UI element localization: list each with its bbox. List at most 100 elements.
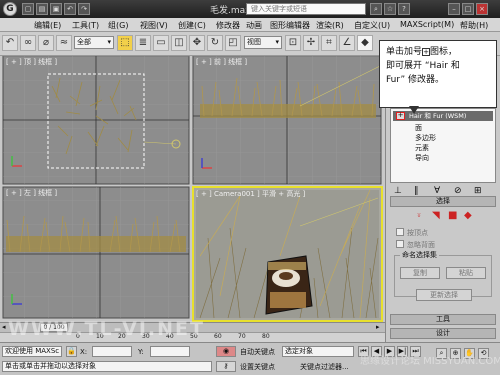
ruler-tick: 60 [214, 333, 222, 340]
configure-sets-icon[interactable]: ⊞ [474, 186, 482, 196]
set-key-button[interactable]: 设置关键点 [240, 362, 275, 372]
new-file-icon[interactable]: ▢ [22, 3, 34, 15]
key-filters-button[interactable]: 关键点过滤器... [300, 362, 349, 372]
menu-rendering[interactable]: 渲染(R) [316, 20, 344, 31]
unlink-icon[interactable]: ⌀ [38, 35, 54, 51]
star-icon[interactable]: ☆ [384, 3, 396, 15]
angle-snap-icon[interactable]: ∠ [339, 35, 355, 51]
open-file-icon[interactable]: ▤ [36, 3, 48, 15]
autokey-button[interactable]: 自动关键点 [240, 347, 275, 357]
prompt-line: 单击或单击并拖动以选择对象 [2, 361, 212, 372]
set-key-icon[interactable]: ⚷ [216, 361, 236, 372]
manipulate-icon[interactable]: ✢ [303, 35, 319, 51]
select-object-icon[interactable]: ⬚ [117, 35, 133, 51]
menu-maxscript[interactable]: MAXScript(M) [400, 20, 454, 29]
menu-modifiers[interactable]: 修改器 [216, 20, 240, 31]
modifier-stack[interactable]: + Hair 和 Fur (WSM) 面 多边形 元素 导向 [390, 108, 496, 183]
selected-object-dropdown[interactable]: 选定对象 [282, 346, 354, 357]
link-icon[interactable]: ∞ [20, 35, 36, 51]
pivot-center-icon[interactable]: ⊡ [285, 35, 301, 51]
instruction-callout: 单击加号+图标， 即可展开 “Hair 和 Fur” 修改器。 [379, 40, 497, 108]
autokey-icon[interactable]: ◉ [216, 346, 236, 357]
menu-customize[interactable]: 自定义(U) [354, 20, 390, 31]
undo-tool-icon[interactable]: ↶ [2, 35, 18, 51]
select-scale-icon[interactable]: ◰ [225, 35, 241, 51]
plus-icon: + [422, 48, 431, 56]
search-icon[interactable]: ⌕ [370, 3, 382, 15]
minimize-icon[interactable]: – [448, 3, 460, 15]
tools-rollout[interactable]: 工具 [390, 314, 496, 325]
select-move-icon[interactable]: ✥ [189, 35, 205, 51]
selection-level-icons: ⍤ ◥ ■ ◆ [416, 210, 486, 222]
polygon-level-icon[interactable]: ■ [448, 210, 457, 221]
maxscript-listener[interactable]: 欢迎使用 MAXSc [2, 346, 62, 357]
ruler-tick: 70 [238, 333, 246, 340]
next-frame-icon[interactable]: ▸ [376, 323, 380, 331]
sub-object-element[interactable]: 元素 [415, 143, 429, 153]
sub-object-polygon[interactable]: 多边形 [415, 133, 436, 143]
viewport-top[interactable] [2, 56, 190, 185]
redo-icon[interactable]: ↷ [78, 3, 90, 15]
element-level-icon[interactable]: ◆ [464, 210, 472, 221]
rect-selection-icon[interactable]: ▭ [153, 35, 169, 51]
menu-view[interactable]: 视图(V) [140, 20, 168, 31]
window-crossing-icon[interactable]: ◫ [171, 35, 187, 51]
help-icon[interactable]: ? [398, 3, 410, 15]
viewport-label-camera[interactable]: [ + ] Camera001 ] 平滑 + 高光 ] [196, 189, 305, 199]
menu-animation[interactable]: 动画 [246, 20, 262, 31]
menu-bar: 编辑(E) 工具(T) 组(G) 视图(V) 创建(C) 修改器 动画 图形编辑… [0, 18, 500, 32]
update-selection-button[interactable]: 更新选择 [416, 289, 472, 301]
show-end-result-icon[interactable]: ‖ [414, 186, 419, 196]
menu-graph-editors[interactable]: 图形编辑器 [270, 20, 310, 31]
undo-icon[interactable]: ↶ [64, 3, 76, 15]
guides-level-icon[interactable]: ⍤ [416, 210, 422, 221]
viewport-label-left[interactable]: [ + ] 左 ] 线框 ] [6, 188, 57, 198]
modifier-stack-item-hair[interactable]: + Hair 和 Fur (WSM) [393, 111, 493, 121]
viewport-camera[interactable] [192, 186, 383, 322]
viewport-label-top[interactable]: [ + ] 顶 ] 线框 ] [6, 57, 57, 67]
sub-object-guides[interactable]: 导向 [415, 153, 429, 163]
viewport-area [2, 56, 383, 322]
percent-snap-icon[interactable]: ◆ [357, 35, 373, 51]
app-logo-icon[interactable]: G [3, 2, 17, 16]
make-unique-icon[interactable]: ∀ [434, 186, 440, 196]
expand-plus-icon[interactable]: + [396, 112, 405, 120]
prev-frame-icon[interactable]: ◂ [2, 323, 6, 331]
selection-filter-dropdown[interactable]: 全部 [74, 36, 114, 49]
menu-group[interactable]: 组(G) [108, 20, 128, 31]
paste-button[interactable]: 粘贴 [446, 267, 486, 279]
face-level-icon[interactable]: ◥ [432, 210, 440, 221]
save-file-icon[interactable]: ▣ [50, 3, 62, 15]
remove-modifier-icon[interactable]: ⊘ [454, 186, 462, 196]
y-label: Y: [138, 348, 144, 356]
bind-spacewarp-icon[interactable]: ≈ [56, 35, 72, 51]
copy-button[interactable]: 复制 [400, 267, 440, 279]
menu-help[interactable]: 帮助(H) [460, 20, 488, 31]
select-rotate-icon[interactable]: ↻ [207, 35, 223, 51]
viewport-left[interactable] [2, 186, 190, 319]
maximize-icon[interactable]: □ [462, 3, 474, 15]
reference-coord-dropdown[interactable]: 视图 [244, 36, 282, 49]
sub-object-face[interactable]: 面 [415, 123, 422, 133]
x-coordinate-field[interactable] [92, 346, 132, 357]
close-icon[interactable]: × [476, 3, 488, 15]
menu-tools[interactable]: 工具(T) [72, 20, 99, 31]
y-coordinate-field[interactable] [150, 346, 190, 357]
lock-selection-icon[interactable]: 🔒 [66, 346, 77, 357]
watermark: WWW.TL-VI.NET [8, 318, 205, 340]
viewport-label-front[interactable]: [ + ] 前 ] 线框 ] [196, 57, 247, 67]
select-by-name-icon[interactable]: ≣ [135, 35, 151, 51]
camera-object-photo [265, 255, 313, 315]
snap-icon[interactable]: ⌗ [321, 35, 337, 51]
callout-line-1: 单击加号+图标， [386, 47, 458, 57]
by-vertex-checkbox[interactable]: 按顶点 [396, 228, 428, 238]
search-input[interactable]: 键入关键字或短语 [246, 3, 366, 15]
viewport-front[interactable] [192, 56, 382, 185]
selection-rollout[interactable]: 选择 [390, 196, 496, 207]
site-watermark: 思缘设计论坛 MISSYUAN.COM [360, 356, 500, 367]
menu-edit[interactable]: 编辑(E) [34, 20, 61, 31]
ignore-backfacing-checkbox[interactable]: 忽略背面 [396, 240, 435, 250]
design-rollout[interactable]: 设计 [390, 328, 496, 339]
pin-stack-icon[interactable]: ⊥ [394, 186, 402, 196]
menu-create[interactable]: 创建(C) [178, 20, 206, 31]
